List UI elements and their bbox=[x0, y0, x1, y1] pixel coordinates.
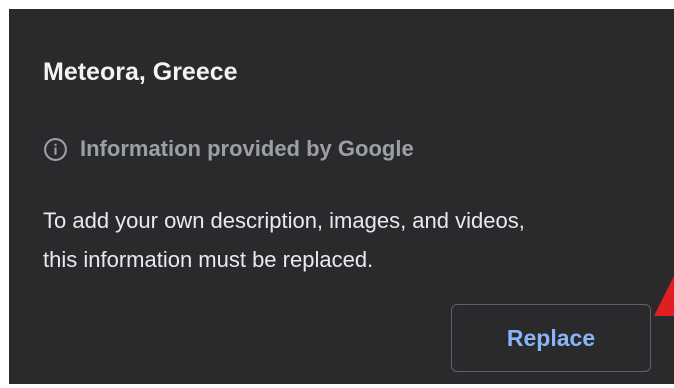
replace-button[interactable]: Replace bbox=[451, 304, 651, 372]
place-title: Meteora, Greece bbox=[43, 58, 238, 86]
description-line: this information must be replaced. bbox=[43, 247, 374, 272]
info-circle-icon bbox=[44, 137, 67, 161]
red-pointer-icon bbox=[654, 276, 674, 316]
info-provided-row: Information provided by Google bbox=[43, 134, 414, 164]
info-provided-text: Information provided by Google bbox=[80, 136, 414, 161]
replace-description: To add your own description, images, and… bbox=[43, 201, 653, 279]
screenshot-stage: Meteora, Greece Information provided by … bbox=[0, 0, 674, 388]
place-info-dialog: Meteora, Greece Information provided by … bbox=[9, 9, 674, 384]
description-line: To add your own description, images, and… bbox=[43, 208, 525, 233]
